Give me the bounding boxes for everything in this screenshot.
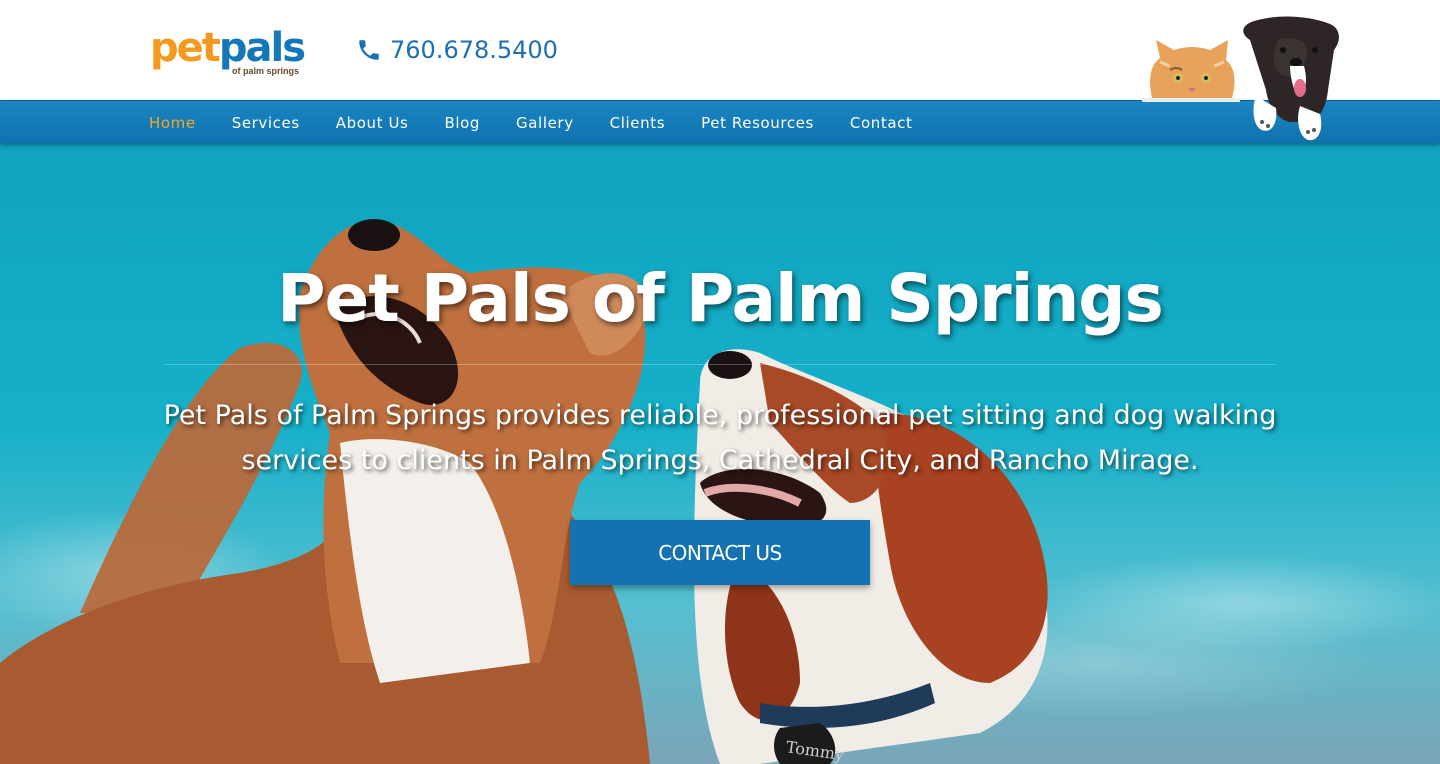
nav-item-blog[interactable]: Blog xyxy=(444,114,480,132)
puppy-graphic xyxy=(1243,16,1339,141)
hero-title: Pet Pals of Palm Springs xyxy=(277,260,1164,337)
nav-item-clients[interactable]: Clients xyxy=(610,114,665,132)
phone-icon xyxy=(359,40,379,60)
logo-tagline: of palm springs xyxy=(232,66,300,76)
contact-us-button[interactable]: CONTACT US xyxy=(570,520,870,585)
phone-number: 760.678.5400 xyxy=(390,36,558,64)
nav-item-about-us[interactable]: About Us xyxy=(336,114,409,132)
site-header: petpals of palm springs 760.678.5400 xyxy=(0,0,1440,141)
logo-wordmark: petpals xyxy=(150,25,306,71)
logo-pals: pals xyxy=(218,25,306,71)
nav-item-gallery[interactable]: Gallery xyxy=(516,114,574,132)
hero-section: Tommy Pet Pals of Palm Springs Pet Pals … xyxy=(0,143,1440,764)
petpals-logo[interactable]: petpals of palm springs xyxy=(150,26,310,78)
hero-description: Pet Pals of Palm Springs provides reliab… xyxy=(163,400,1277,476)
phone-link[interactable]: 760.678.5400 xyxy=(356,33,558,67)
hero-divider xyxy=(165,364,1275,365)
logo-pet: pet xyxy=(150,25,221,71)
cat-and-dog-illustration xyxy=(1142,16,1339,141)
nav-item-pet-resources[interactable]: Pet Resources xyxy=(701,114,814,132)
nav-item-services[interactable]: Services xyxy=(232,114,300,132)
cat-graphic xyxy=(1142,40,1240,102)
nav-item-home[interactable]: Home xyxy=(149,114,196,132)
nav-item-contact[interactable]: Contact xyxy=(850,114,913,132)
